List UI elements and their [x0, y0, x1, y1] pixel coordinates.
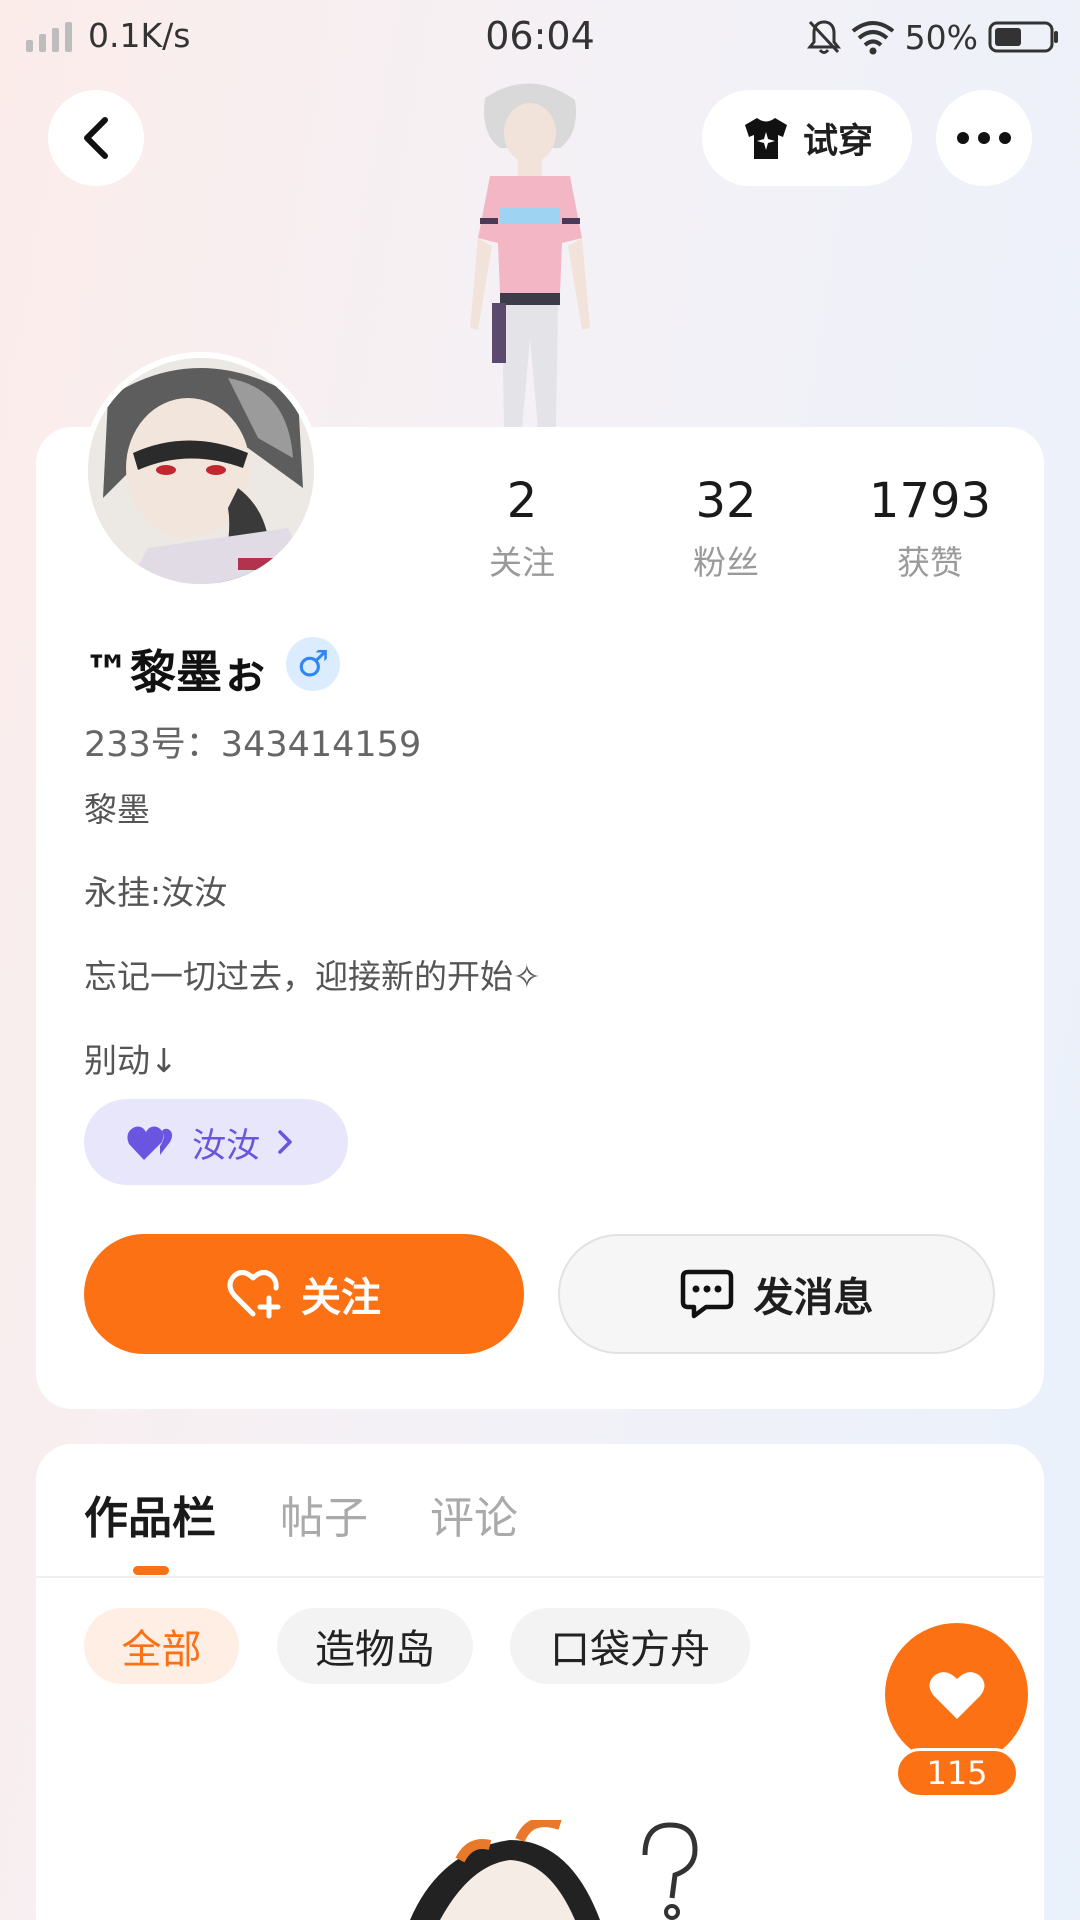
filter-all[interactable]: 全部 [84, 1608, 239, 1684]
status-right-group: 50% [806, 14, 1060, 60]
try-on-label: 试穿 [802, 121, 873, 162]
tab-works[interactable]: 作品栏 [84, 1482, 216, 1546]
following-count: 2 [506, 473, 538, 529]
chat-bubble-icon [680, 1269, 733, 1319]
more-dots-icon [957, 132, 1011, 144]
filter-pocket-ark[interactable]: 口袋方舟 [510, 1608, 750, 1684]
try-on-button[interactable]: 试穿 [702, 90, 912, 186]
character-model-image[interactable] [430, 78, 630, 428]
battery-icon [988, 21, 1058, 53]
message-button[interactable]: 发消息 [558, 1234, 995, 1354]
status-bar: 0.1K/s 06:04 50% [0, 0, 1080, 76]
bio-line: 黎墨 [84, 790, 150, 829]
stat-fans[interactable]: 32 粉丝 [646, 470, 806, 584]
heart-icon [929, 1671, 984, 1719]
message-label: 发消息 [753, 1275, 874, 1321]
battery-percent: 50% [904, 17, 978, 57]
follow-button[interactable]: 关注 [84, 1234, 524, 1354]
bio-line: 忘记一切过去，迎接新的开始✧ [84, 957, 541, 996]
stat-following[interactable]: 2 关注 [442, 470, 602, 584]
more-button[interactable] [936, 90, 1032, 186]
tab-divider [36, 1576, 1044, 1578]
gender-male-icon: ♂ [286, 637, 340, 691]
fans-count: 32 [695, 473, 757, 529]
back-chevron-icon [84, 117, 108, 159]
work-thumbnail-image[interactable] [400, 1820, 760, 1920]
partner-name: 汝汝 [192, 1125, 260, 1166]
chevron-right-icon [278, 1130, 292, 1154]
couple-heart-icon [127, 1126, 173, 1160]
filter-creation-island[interactable]: 造物岛 [277, 1608, 473, 1684]
likes-label: 获赞 [897, 543, 963, 582]
bio-line: 永挂:汝汝 [84, 873, 228, 912]
avatar[interactable] [82, 352, 320, 590]
gender-symbol: ♂ [296, 643, 330, 685]
fans-label: 粉丝 [693, 543, 759, 582]
user-id[interactable]: 233号：343414159 [84, 716, 421, 767]
stat-likes[interactable]: 1793 获赞 [850, 470, 1010, 584]
wifi-icon [851, 21, 894, 55]
follow-label: 关注 [301, 1275, 381, 1321]
tab-comments[interactable]: 评论 [430, 1482, 518, 1546]
username: ™黎墨ぉ [84, 645, 268, 699]
bio-line: 别动↓ [84, 1041, 178, 1080]
avatar-portrait-image [88, 358, 314, 584]
tshirt-icon [744, 118, 787, 159]
like-count-badge: 115 [895, 1748, 1019, 1798]
like-button[interactable] [885, 1623, 1028, 1766]
tab-active-indicator [133, 1566, 169, 1575]
following-label: 关注 [489, 543, 555, 582]
heart-plus-icon [227, 1270, 281, 1319]
likes-count: 1793 [868, 473, 992, 529]
mute-bell-icon [806, 20, 841, 54]
tab-posts[interactable]: 帖子 [280, 1482, 368, 1546]
back-button[interactable] [48, 90, 144, 186]
partner-chip[interactable]: 汝汝 [84, 1099, 348, 1185]
